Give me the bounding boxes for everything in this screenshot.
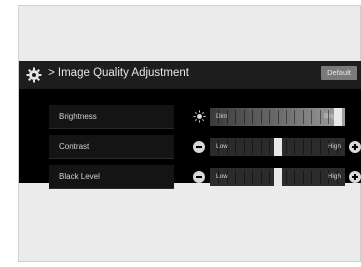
slider-tick <box>235 170 236 184</box>
slider-tick <box>311 110 312 124</box>
black-level-slider[interactable]: Low High <box>210 168 345 186</box>
slider-tick <box>311 140 312 154</box>
slider-tick <box>261 110 262 124</box>
contrast-label: Contrast <box>49 135 174 159</box>
contrast-slider[interactable]: Low High <box>210 138 345 156</box>
slider-tick <box>303 140 304 154</box>
slider-tick <box>269 110 270 124</box>
slider-tick <box>244 170 245 184</box>
settings-screen: > Image Quality Adjustment Default Brigh… <box>19 61 361 189</box>
contrast-row: Contrast Low High <box>49 135 361 159</box>
slider-tick <box>278 110 279 124</box>
slider-tick <box>235 110 236 124</box>
slider-tick <box>294 170 295 184</box>
black-level-decrease-button[interactable] <box>193 171 205 183</box>
slider-tick <box>218 170 219 184</box>
brightness-label: Brightness <box>49 105 174 129</box>
slider-tick <box>269 170 270 184</box>
slider-tick <box>294 110 295 124</box>
slider-tick <box>244 110 245 124</box>
black-level-label: Black Level <box>49 165 174 189</box>
slider-tick <box>261 140 262 154</box>
slider-tick <box>328 140 329 154</box>
slider-thumb[interactable] <box>274 168 282 186</box>
page-title: > Image Quality Adjustment <box>48 67 189 79</box>
slider-tick <box>269 140 270 154</box>
slider-tick <box>328 110 329 124</box>
slider-tick <box>328 170 329 184</box>
slider-tick <box>320 110 321 124</box>
slider-tick <box>311 170 312 184</box>
contrast-max-label: High <box>327 143 341 150</box>
contrast-decrease-button[interactable] <box>193 141 205 153</box>
brightness-row: Brightness Dim Bright <box>49 105 361 129</box>
slider-tick <box>337 170 338 184</box>
slider-thumb[interactable] <box>274 138 282 156</box>
slider-tick <box>218 110 219 124</box>
slider-tick <box>235 140 236 154</box>
slider-tick <box>294 140 295 154</box>
slider-tick <box>227 170 228 184</box>
slider-tick <box>218 140 219 154</box>
slider-tick <box>337 140 338 154</box>
slider-tick <box>261 170 262 184</box>
black-level-increase-button[interactable] <box>349 171 361 183</box>
slider-tick <box>286 140 287 154</box>
header-bar: > Image Quality Adjustment Default <box>19 61 361 89</box>
slider-tick <box>320 170 321 184</box>
black-level-max-label: High <box>327 173 341 180</box>
brightness-slider[interactable]: Dim Bright <box>210 108 345 126</box>
slider-tick <box>227 110 228 124</box>
slider-tick <box>252 170 253 184</box>
slider-tick <box>286 110 287 124</box>
slider-tick <box>286 170 287 184</box>
slider-tick <box>244 140 245 154</box>
slider-thumb[interactable] <box>334 108 342 126</box>
slider-tick <box>252 140 253 154</box>
contrast-increase-button[interactable] <box>349 141 361 153</box>
slider-tick <box>303 110 304 124</box>
gear-icon <box>26 67 42 83</box>
black-level-row: Black Level Low High <box>49 165 361 189</box>
slider-tick <box>252 110 253 124</box>
default-button[interactable]: Default <box>321 66 357 80</box>
slider-tick <box>320 140 321 154</box>
sun-icon <box>193 110 206 123</box>
slider-tick <box>227 140 228 154</box>
slider-tick <box>303 170 304 184</box>
